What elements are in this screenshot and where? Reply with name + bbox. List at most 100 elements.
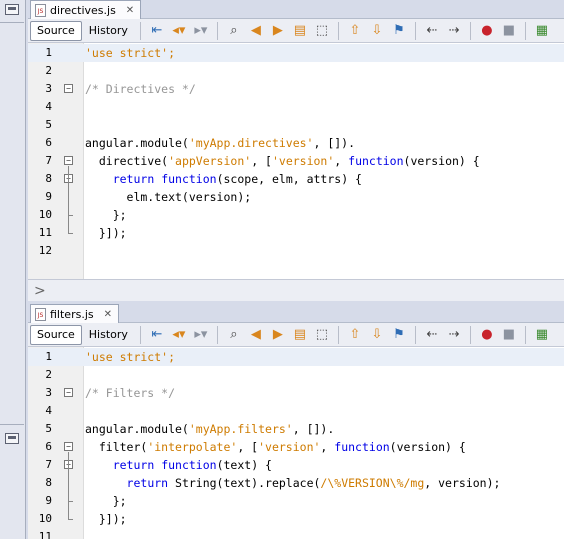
record-macro-icon[interactable]: ●	[476, 21, 498, 41]
history-view-button[interactable]: History	[82, 325, 135, 345]
toggle-highlight-icon[interactable]: ▤	[289, 325, 311, 345]
code-token: , []).	[313, 136, 356, 150]
toolbar-separator	[139, 325, 141, 344]
code-line[interactable]: 9 elm.text(version);	[28, 188, 564, 206]
file-tab-filters[interactable]: JS filters.js ✕	[30, 304, 119, 323]
chevron-right-icon[interactable]: >	[34, 283, 46, 299]
toggle-highlight-icon[interactable]: ▤	[289, 21, 311, 41]
code-line[interactable]: 7− return function(text) {	[28, 456, 564, 474]
toolbar-separator	[139, 21, 141, 40]
code-token: 'interpolate'	[147, 440, 238, 454]
code-line[interactable]: 8 return String(text).replace(/\%VERSION…	[28, 474, 564, 492]
code-line[interactable]: 11	[28, 528, 564, 539]
fold-toggle-icon[interactable]: −	[64, 388, 73, 397]
back-icon[interactable]: ◂▾	[168, 21, 190, 41]
line-number: 4	[45, 404, 52, 417]
stop-macro-icon[interactable]: ■	[498, 325, 520, 345]
file-tab-directives[interactable]: JS directives.js ✕	[30, 0, 142, 19]
code-line[interactable]: 10 };	[28, 184, 564, 224]
fold-toggle-icon[interactable]: −	[64, 442, 73, 451]
shift-right-icon[interactable]: ⇢	[443, 21, 465, 41]
code-line[interactable]: 4	[28, 98, 564, 116]
stop-macro-icon[interactable]: ■	[498, 21, 520, 41]
minimize-window-icon[interactable]	[5, 4, 19, 15]
select-icon[interactable]: ⬚	[311, 325, 333, 345]
close-tab-icon[interactable]: ✕	[126, 5, 134, 16]
source-view-button[interactable]: Source	[30, 20, 82, 41]
fold-toggle-icon[interactable]: −	[64, 156, 73, 165]
next-bookmark-icon[interactable]: ⇩	[366, 21, 388, 41]
code-line[interactable]: 4	[28, 402, 564, 420]
code-line[interactable]: 6 − filter('interpolate', ['version', fun…	[28, 438, 564, 456]
code-line[interactable]: 8− return function(scope, elm, attrs) {	[28, 170, 564, 188]
next-bookmark-icon[interactable]: ⇩	[366, 325, 388, 345]
find-next-icon[interactable]: ▶	[267, 21, 289, 41]
shift-right-icon[interactable]: ⇢	[443, 325, 465, 345]
code-editor[interactable]: 1 'use strict'; 2 3 − /* Filters */ 4 5 angular.…	[28, 347, 564, 539]
shift-left-icon[interactable]: ⇠	[421, 21, 443, 41]
close-tab-icon[interactable]: ✕	[104, 309, 112, 320]
find-prev-icon[interactable]: ◀	[245, 325, 267, 345]
code-line[interactable]: 9 };	[28, 470, 564, 510]
find-next-icon[interactable]: ▶	[267, 325, 289, 345]
forward-icon[interactable]: ▸▾	[190, 21, 212, 41]
panel-divider	[0, 22, 24, 23]
find-icon[interactable]: ⌕	[223, 21, 245, 41]
code-token: 'version'	[258, 440, 321, 454]
code-line[interactable]: 10 }]);	[28, 452, 564, 528]
code-token: }]);	[85, 512, 127, 526]
line-number: 6	[45, 136, 52, 149]
toolbar-separator	[414, 21, 416, 40]
record-macro-icon[interactable]: ●	[476, 325, 498, 345]
prev-bookmark-icon[interactable]: ⇧	[344, 325, 366, 345]
comment-icon[interactable]: ▦	[531, 325, 553, 345]
code-line[interactable]: 3 − /* Filters */	[28, 384, 564, 402]
fold-guide	[68, 452, 69, 519]
file-tab-label: filters.js	[50, 307, 94, 321]
code-token: angular.module(	[85, 422, 189, 436]
find-icon[interactable]: ⌕	[223, 325, 245, 345]
code-line[interactable]: 11 }]);	[28, 166, 564, 242]
code-line[interactable]: 3 − /* Directives */	[28, 80, 564, 98]
find-prev-icon[interactable]: ◀	[245, 21, 267, 41]
code-line[interactable]: 7 − directive('appVersion', ['version', f…	[28, 152, 564, 170]
history-view-button[interactable]: History	[82, 21, 135, 41]
toggle-bookmark-icon[interactable]: ⚑	[388, 21, 410, 41]
code-token: , []).	[292, 422, 335, 436]
back-icon[interactable]: ◂▾	[168, 325, 190, 345]
code-line[interactable]: 5	[28, 116, 564, 134]
code-token: 'myApp.filters'	[188, 422, 293, 436]
comment-icon[interactable]: ▦	[531, 21, 553, 41]
code-token: directive(	[85, 154, 169, 168]
prev-bookmark-icon[interactable]: ⇧	[344, 21, 366, 41]
line-number: 4	[45, 100, 52, 113]
fold-end-marker	[68, 233, 73, 234]
code-line[interactable]: 1 'use strict';	[28, 44, 564, 62]
fold-toggle-icon[interactable]: −	[64, 84, 73, 93]
code-text: return function(text) {	[85, 456, 272, 474]
code-line[interactable]: 1 'use strict';	[28, 348, 564, 366]
editor-directives: JS directives.js ✕ Source History ⇤ ◂▾ ▸…	[28, 0, 564, 301]
code-token: elm.text(version);	[85, 190, 252, 204]
minimize-window-icon[interactable]	[5, 433, 19, 444]
code-line[interactable]: 2	[28, 62, 564, 80]
code-text: directive('appVersion', ['version', func…	[85, 152, 480, 170]
last-edit-icon[interactable]: ⇤	[146, 325, 168, 345]
source-view-button[interactable]: Source	[30, 324, 82, 345]
code-editor[interactable]: 1 'use strict'; 2 3 − /* Directives */ 4 5 6 angu…	[28, 43, 564, 279]
editor-tab-bar: JS filters.js ✕	[28, 304, 564, 323]
code-line[interactable]: 2	[28, 366, 564, 384]
toolbar-separator	[216, 325, 218, 344]
select-icon[interactable]: ⬚	[311, 21, 333, 41]
line-number: 8	[45, 172, 52, 185]
code-line[interactable]: 5 angular.module('myApp.filters', []).	[28, 420, 564, 438]
code-line[interactable]: 12	[28, 242, 564, 260]
toolbar-separator	[337, 325, 339, 344]
shift-left-icon[interactable]: ⇠	[421, 325, 443, 345]
toggle-bookmark-icon[interactable]: ⚑	[388, 325, 410, 345]
forward-icon[interactable]: ▸▾	[190, 325, 212, 345]
code-line[interactable]: 6 angular.module('myApp.directives', []).	[28, 134, 564, 152]
last-edit-icon[interactable]: ⇤	[146, 21, 168, 41]
code-token: String(text).replace(	[168, 476, 321, 490]
